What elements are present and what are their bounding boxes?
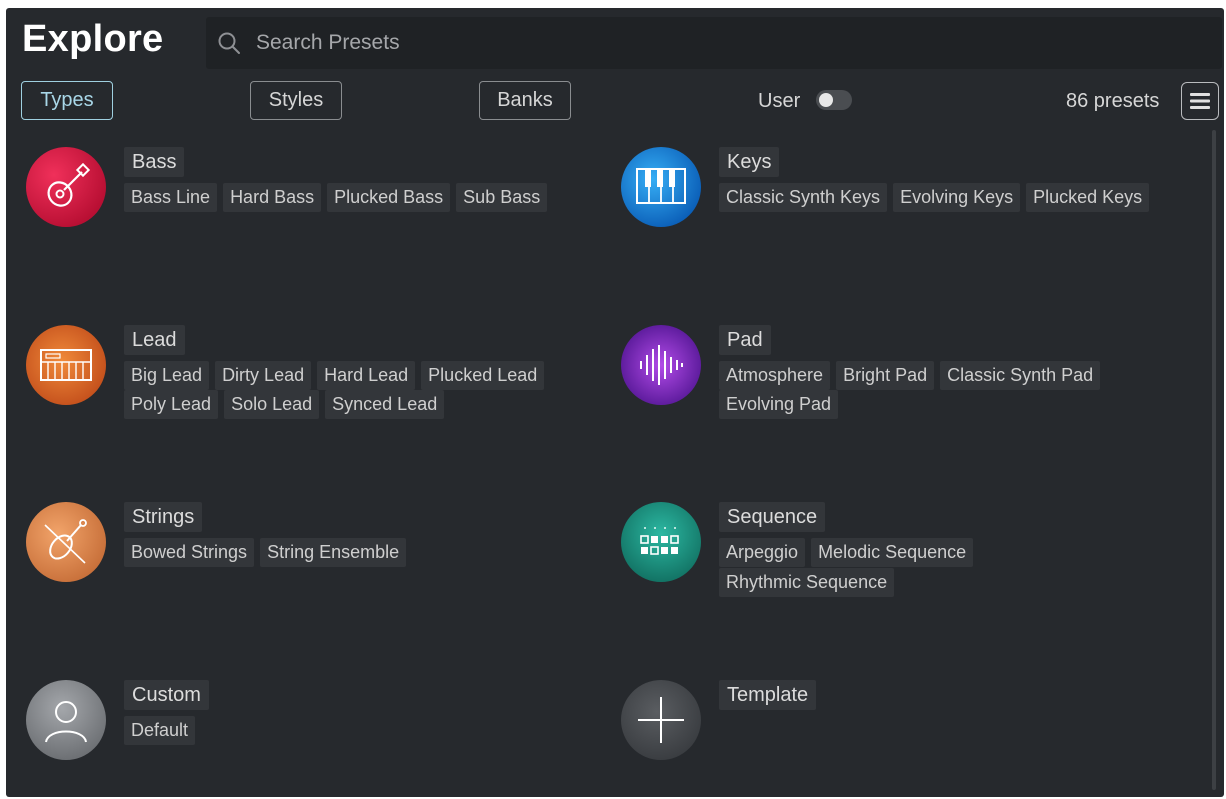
banks-filter-button[interactable]: Banks bbox=[479, 81, 571, 120]
tag-bass-line[interactable]: Bass Line bbox=[124, 183, 218, 212]
user-icon bbox=[26, 680, 106, 760]
waveform-icon bbox=[621, 325, 701, 405]
category-name[interactable]: Pad bbox=[719, 325, 771, 355]
tag-evolving-keys[interactable]: Evolving Keys bbox=[893, 183, 1021, 212]
step-sequencer-icon bbox=[621, 502, 701, 582]
category-name[interactable]: Keys bbox=[719, 147, 780, 177]
search-icon bbox=[218, 32, 240, 54]
scrollbar[interactable] bbox=[1212, 130, 1216, 790]
tag-plucked-bass[interactable]: Plucked Bass bbox=[327, 183, 451, 212]
user-toggle[interactable] bbox=[816, 90, 852, 110]
tag-sub-bass[interactable]: Sub Bass bbox=[456, 183, 548, 212]
tag-synced-lead[interactable]: Synced Lead bbox=[325, 390, 445, 419]
tag-classic-synth-pad[interactable]: Classic Synth Pad bbox=[940, 361, 1101, 390]
tag-evolving-pad[interactable]: Evolving Pad bbox=[719, 390, 839, 419]
synth-keyboard-icon bbox=[26, 325, 106, 405]
tag-arpeggio[interactable]: Arpeggio bbox=[719, 538, 806, 567]
tag-bowed-strings[interactable]: Bowed Strings bbox=[124, 538, 255, 567]
preset-count: 86 presets bbox=[1066, 90, 1160, 112]
category-name[interactable]: Template bbox=[719, 680, 817, 710]
tag-default[interactable]: Default bbox=[124, 716, 196, 745]
category-name[interactable]: Custom bbox=[124, 680, 209, 710]
hamburger-menu-icon bbox=[1190, 93, 1210, 109]
tag-string-ensemble[interactable]: String Ensemble bbox=[260, 538, 407, 567]
tag-melodic-sequence[interactable]: Melodic Sequence bbox=[811, 538, 974, 567]
toggle-knob bbox=[819, 93, 833, 107]
types-filter-button[interactable]: Types bbox=[21, 81, 113, 120]
category-name[interactable]: Strings bbox=[124, 502, 203, 532]
plus-icon bbox=[621, 680, 701, 760]
list-view-button[interactable] bbox=[1181, 82, 1219, 120]
violin-icon bbox=[26, 502, 106, 582]
category-name[interactable]: Sequence bbox=[719, 502, 826, 532]
tag-poly-lead[interactable]: Poly Lead bbox=[124, 390, 219, 419]
tag-solo-lead[interactable]: Solo Lead bbox=[224, 390, 320, 419]
tag-rhythmic-sequence[interactable]: Rhythmic Sequence bbox=[719, 568, 895, 597]
tag-plucked-lead[interactable]: Plucked Lead bbox=[421, 361, 545, 390]
category-name[interactable]: Bass bbox=[124, 147, 185, 177]
tag-dirty-lead[interactable]: Dirty Lead bbox=[215, 361, 312, 390]
category-name[interactable]: Lead bbox=[124, 325, 185, 355]
explore-panel: Explore Types Styles Banks User 86 prese… bbox=[6, 8, 1224, 797]
tag-atmosphere[interactable]: Atmosphere bbox=[719, 361, 831, 390]
tag-hard-lead[interactable]: Hard Lead bbox=[317, 361, 416, 390]
search-input[interactable] bbox=[256, 31, 1056, 55]
tag-plucked-keys[interactable]: Plucked Keys bbox=[1026, 183, 1150, 212]
user-toggle-label: User bbox=[758, 90, 801, 112]
search-bar[interactable] bbox=[206, 17, 1222, 69]
tag-big-lead[interactable]: Big Lead bbox=[124, 361, 210, 390]
tag-classic-synth-keys[interactable]: Classic Synth Keys bbox=[719, 183, 888, 212]
piano-keys-icon bbox=[621, 147, 701, 227]
guitar-icon bbox=[26, 147, 106, 227]
styles-filter-button[interactable]: Styles bbox=[250, 81, 342, 120]
page-title: Explore bbox=[22, 18, 164, 60]
tag-bright-pad[interactable]: Bright Pad bbox=[836, 361, 935, 390]
tag-hard-bass[interactable]: Hard Bass bbox=[223, 183, 322, 212]
